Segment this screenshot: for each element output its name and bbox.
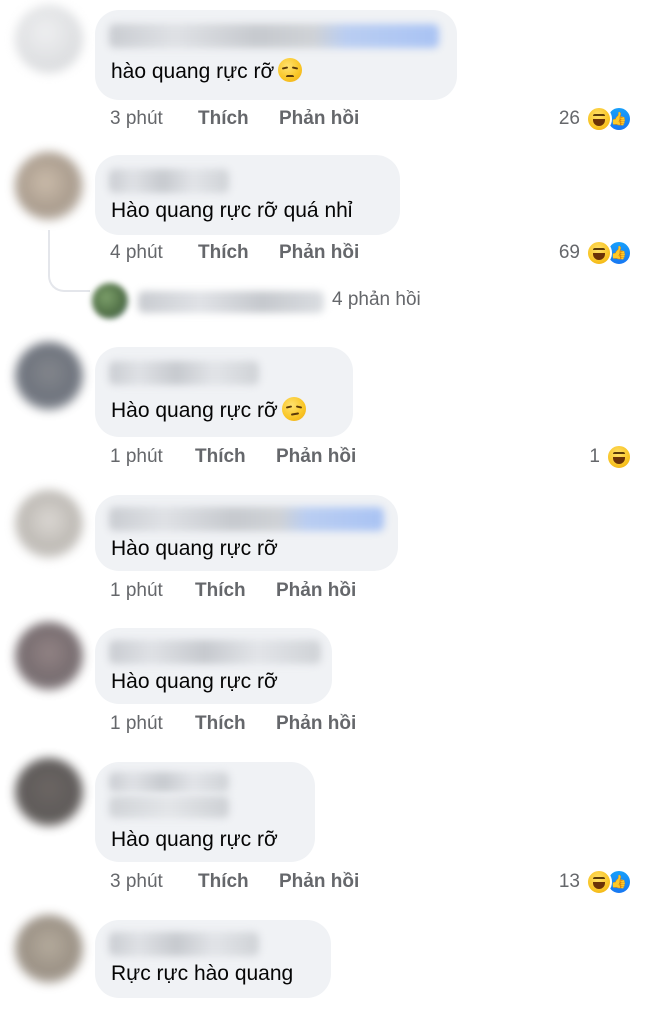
- like-button[interactable]: Thích: [195, 446, 276, 468]
- reaction-count: 26: [558, 108, 580, 129]
- comment-bubble: Hào quang rực rỡ: [95, 495, 398, 571]
- comment-actions: 1 phút Thích Phản hồi: [110, 446, 356, 468]
- reaction-count: 13: [558, 871, 580, 892]
- comment-actions: 4 phút Thích Phản hồi: [110, 242, 359, 264]
- replier-name-blurred: [138, 291, 324, 313]
- comment-time: 1 phút: [110, 580, 163, 601]
- comment-actions: 3 phút Thích Phản hồi: [110, 871, 359, 893]
- reaction-summary[interactable]: 69 👍: [559, 240, 632, 266]
- commenter-name-blurred[interactable]: [109, 361, 259, 385]
- view-replies-link[interactable]: 4 phản hồi: [92, 283, 492, 319]
- reply-button[interactable]: Phản hồi: [279, 242, 359, 264]
- reply-button[interactable]: Phản hồi: [279, 871, 359, 893]
- commenter-name-blurred[interactable]: [109, 932, 259, 956]
- comment-text: Hào quang rực rỡ: [111, 397, 306, 425]
- comment-text: hào quang rực rỡ: [111, 58, 303, 86]
- disappointed-face-emoji: [278, 58, 303, 82]
- avatar[interactable]: [15, 758, 83, 826]
- avatar[interactable]: [15, 342, 83, 410]
- haha-react-icon: [586, 869, 612, 895]
- reply-button[interactable]: Phản hồi: [279, 108, 359, 130]
- haha-react-icon: [586, 240, 612, 266]
- comment-actions: 1 phút Thích Phản hồi: [110, 580, 356, 602]
- like-button[interactable]: Thích: [198, 242, 279, 264]
- like-button[interactable]: Thích: [195, 580, 276, 602]
- smirking-face-emoji: [281, 397, 306, 421]
- reaction-summary[interactable]: 1: [589, 444, 632, 470]
- reply-button[interactable]: Phản hồi: [276, 713, 356, 735]
- avatar[interactable]: [15, 5, 83, 73]
- reaction-summary[interactable]: 13 👍: [559, 869, 632, 895]
- commenter-subtitle-blurred: [109, 796, 229, 818]
- reaction-summary[interactable]: 26 👍: [559, 106, 632, 132]
- comment-bubble: Hào quang rực rỡ: [95, 628, 332, 704]
- comment-text: Hào quang rực rỡ: [111, 670, 278, 693]
- like-button[interactable]: Thích: [195, 713, 276, 735]
- reaction-count: 69: [558, 242, 580, 263]
- comment-actions: 1 phút Thích Phản hồi: [110, 713, 356, 735]
- avatar[interactable]: [15, 490, 83, 558]
- like-button[interactable]: Thích: [198, 108, 279, 130]
- reply-button[interactable]: Phản hồi: [276, 580, 356, 602]
- comment-actions: 3 phút Thích Phản hồi: [110, 108, 359, 130]
- comment-time: 3 phút: [110, 108, 163, 129]
- haha-react-icon: [586, 106, 612, 132]
- comment-bubble: Hào quang rực rỡ: [95, 762, 315, 862]
- comment-bubble: Rực rực hào quang: [95, 920, 331, 998]
- comment-bubble: hào quang rực rỡ: [95, 10, 457, 100]
- commenter-name-blurred[interactable]: [109, 772, 229, 792]
- haha-react-icon: [606, 444, 632, 470]
- comment-text: Hào quang rực rỡ quá nhỉ: [111, 199, 353, 222]
- replies-count: 4 phản hồi: [332, 289, 421, 310]
- comment-time: 4 phút: [110, 242, 163, 263]
- comment-bubble: Hào quang rực rỡ: [95, 347, 353, 437]
- comment-bubble: Hào quang rực rỡ quá nhỉ: [95, 155, 400, 235]
- reaction-count: 1: [589, 446, 600, 467]
- commenter-name-blurred[interactable]: [109, 24, 439, 48]
- comment-text: Rực rực hào quang: [111, 962, 294, 985]
- commenter-name-blurred[interactable]: [109, 507, 384, 531]
- avatar[interactable]: [15, 622, 83, 690]
- comment-text: Hào quang rực rỡ: [111, 537, 278, 560]
- like-button[interactable]: Thích: [198, 871, 279, 893]
- comment-text: Hào quang rực rỡ: [111, 828, 278, 851]
- avatar[interactable]: [15, 152, 83, 220]
- reply-button[interactable]: Phản hồi: [276, 446, 356, 468]
- commenter-name-blurred[interactable]: [109, 640, 321, 664]
- avatar[interactable]: [15, 915, 83, 983]
- thread-connector: [48, 230, 90, 292]
- commenter-name-blurred[interactable]: [109, 169, 229, 193]
- avatar: [92, 283, 128, 319]
- comment-time: 1 phút: [110, 713, 163, 734]
- comment-time: 3 phút: [110, 871, 163, 892]
- comment-time: 1 phút: [110, 446, 163, 467]
